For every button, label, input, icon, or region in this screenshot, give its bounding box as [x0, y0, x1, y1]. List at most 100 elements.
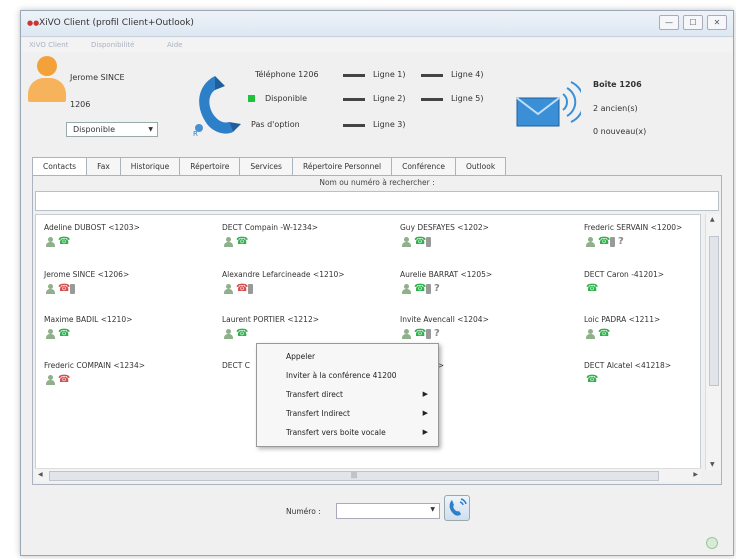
user-status-icon [224, 329, 233, 339]
line-5-label: Ligne 5) [451, 94, 484, 103]
phone-available-icon: ☎ [236, 328, 249, 339]
scroll-up-icon[interactable]: ▲ [710, 216, 715, 223]
number-combo[interactable]: ▼ [336, 503, 440, 519]
mobile-phone-icon [248, 284, 253, 294]
tab-repertoire[interactable]: Répertoire [179, 157, 241, 175]
contact-name: Laurent PORTIER <1212> [222, 315, 320, 324]
contact-item[interactable]: Alexandre Lefarcineade <1210> ☎ [222, 270, 392, 310]
scroll-down-icon[interactable]: ▼ [710, 461, 715, 468]
tab-conference[interactable]: Conférence [391, 157, 456, 175]
contact-name: Aurelie BARRAT <1205> [400, 270, 493, 279]
vertical-scrollbar[interactable]: ▲ ▼ [705, 214, 721, 470]
menu-disponibilite[interactable]: Disponibilité [91, 41, 134, 49]
search-input[interactable] [35, 191, 719, 211]
phone-busy-icon: ☎ [58, 374, 71, 385]
menu-item-transfert-direct[interactable]: Transfert direct ▶ [257, 388, 438, 407]
phone-busy-icon: ☎ [58, 283, 71, 294]
mobile-phone-icon [426, 284, 431, 294]
chevron-down-icon: ▼ [430, 506, 435, 513]
scroll-right-icon[interactable]: ▶ [693, 471, 698, 478]
vertical-scroll-thumb[interactable] [709, 236, 719, 386]
available-status-icon [248, 95, 255, 102]
unknown-status-icon: ? [434, 283, 440, 294]
phone-option: Pas d'option [251, 120, 300, 129]
menu-item-transfert-boite-vocale[interactable]: Transfert vers boite vocale ▶ [257, 426, 438, 445]
window-title: XiVO Client (profil Client+Outlook) [39, 18, 194, 28]
menu-item-inviter-conference[interactable]: Inviter à la conférence 41200 [257, 369, 438, 388]
status-indicator-icon [706, 537, 718, 549]
user-status-icon [586, 237, 595, 247]
unknown-status-icon: ? [434, 328, 440, 339]
user-status-icon [46, 375, 55, 385]
contact-item[interactable]: Adeline DUBOST <1203> ☎ [44, 223, 214, 263]
phone-busy-icon: ☎ [236, 283, 249, 294]
maximize-button[interactable]: ☐ [683, 15, 703, 30]
close-button[interactable]: ✕ [707, 15, 727, 30]
tab-historique[interactable]: Historique [119, 157, 181, 175]
phone-available-icon: ☎ [598, 328, 611, 339]
contact-item[interactable]: Guy DESFAYES <1202> ☎ [400, 223, 570, 263]
contact-name: Invite Avencall <1204> [400, 315, 489, 324]
phone-available-icon: ☎ [414, 283, 427, 294]
mobile-phone-icon [426, 329, 431, 339]
telephone-handset-icon: R [193, 76, 241, 138]
user-name: Jerome SINCE [70, 73, 125, 82]
dial-phone-icon [449, 498, 467, 516]
contact-item[interactable]: Jerome SINCE <1206> ☎ [44, 270, 214, 310]
contact-name: DECT Caron -41201> [584, 270, 665, 279]
contact-item[interactable]: Maxime BADIL <1210> ☎ [44, 315, 214, 355]
mobile-phone-icon [610, 237, 615, 247]
contact-item[interactable]: DECT Alcatel <41218> ☎ [584, 361, 700, 401]
tab-repertoire-personnel[interactable]: Répertoire Personnel [291, 157, 393, 175]
mobile-phone-icon [426, 237, 431, 247]
menu-xivo-client[interactable]: XiVO Client [29, 41, 68, 49]
title-bar[interactable]: ●● XiVO Client (profil Client+Outlook) —… [21, 11, 733, 37]
contact-item[interactable]: Loic PADRA <1211> ☎ [584, 315, 700, 355]
phone-available-icon: ☎ [58, 328, 71, 339]
scroll-left-icon[interactable]: ◀ [38, 471, 43, 478]
svg-text:R: R [193, 130, 198, 138]
contact-name: Maxime BADIL <1210> [44, 315, 133, 324]
contact-item[interactable]: DECT Caron -41201> ☎ [584, 270, 700, 310]
horizontal-scrollbar[interactable]: ◀ ||| ▶ [35, 468, 701, 482]
menu-item-appeler[interactable]: Appeler [257, 350, 438, 369]
presence-select[interactable]: Disponible ▼ [66, 122, 158, 137]
voicemail-envelope-icon [516, 81, 581, 127]
tab-outlook[interactable]: Outlook [454, 157, 507, 175]
user-status-icon [46, 237, 55, 247]
menu-item-transfert-indirect[interactable]: Transfert Indirect ▶ [257, 407, 438, 426]
mailbox-title: Boîte 1206 [593, 80, 642, 89]
minimize-button[interactable]: — [659, 15, 679, 30]
telephone-label: Téléphone 1206 [255, 70, 319, 79]
contact-name: Alexandre Lefarcineade <1210> [222, 270, 345, 279]
presence-value: Disponible [73, 125, 116, 134]
contact-item[interactable]: Aurelie BARRAT <1205> ☎? [400, 270, 570, 310]
contact-item[interactable]: Frederic COMPAIN <1234> ☎ [44, 361, 214, 401]
contact-name: Adeline DUBOST <1203> [44, 223, 140, 232]
line-3-label: Ligne 3) [373, 120, 406, 129]
tab-bar: Contacts Fax Historique Répertoire Servi… [32, 157, 507, 176]
user-status-icon [402, 329, 411, 339]
horizontal-scroll-thumb[interactable]: ||| [49, 471, 659, 481]
mobile-phone-icon [70, 284, 75, 294]
user-extension: 1206 [70, 100, 91, 109]
tab-services[interactable]: Services [239, 157, 293, 175]
phone-available-icon: ☎ [414, 236, 427, 247]
phone-available-icon: ☎ [414, 328, 427, 339]
chevron-down-icon: ▼ [148, 126, 153, 133]
dial-button[interactable] [444, 495, 470, 521]
menu-aide[interactable]: Aide [167, 41, 182, 49]
user-status-icon [224, 284, 233, 294]
line-4-label: Ligne 4) [451, 70, 484, 79]
tab-fax[interactable]: Fax [86, 157, 121, 175]
line-1-label: Ligne 1) [373, 70, 406, 79]
xivo-app-icon: ●● [27, 19, 40, 27]
user-status-icon [46, 284, 55, 294]
phone-available-icon: ☎ [586, 283, 599, 294]
menu-bar: XiVO Client Disponibilité Aide [21, 38, 733, 52]
contact-item[interactable]: DECT Compain -W-1234> ☎ [222, 223, 392, 263]
phone-available-icon: ☎ [236, 236, 249, 247]
contact-name: Loic PADRA <1211> [584, 315, 661, 324]
tab-contacts[interactable]: Contacts [32, 157, 88, 176]
contact-item[interactable]: Frederic SERVAIN <1200> ☎? [584, 223, 700, 263]
